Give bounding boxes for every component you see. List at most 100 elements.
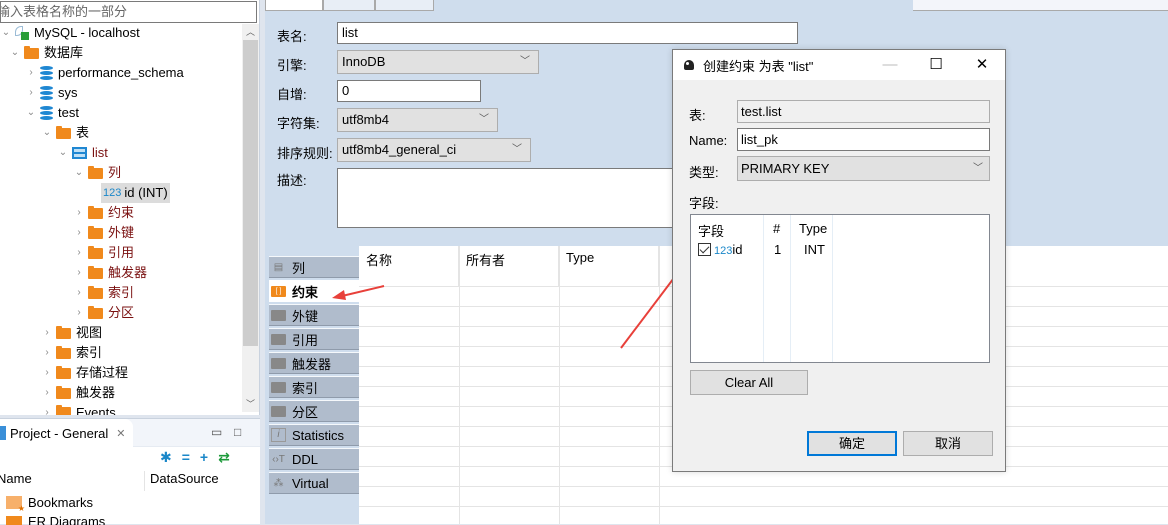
- ddl-icon: ‹›T: [272, 453, 285, 465]
- side-tab-ddl[interactable]: ‹›T DDL: [269, 448, 359, 470]
- tree-item-sys[interactable]: › sys: [25, 83, 78, 103]
- chevron-down-icon[interactable]: ⌄: [0, 23, 12, 43]
- chevron-right-icon[interactable]: ›: [25, 63, 37, 83]
- tree-item-list-table[interactable]: ⌄ list: [57, 143, 108, 163]
- side-tab-triggers[interactable]: 触发器: [269, 352, 359, 374]
- grid-header-type[interactable]: Type: [559, 246, 659, 286]
- constraint-type-select[interactable]: PRIMARY KEY ﹀: [737, 156, 990, 181]
- tree-item-databases[interactable]: ⌄ 数据库: [9, 43, 83, 63]
- editor-tab-er-diagram[interactable]: [375, 0, 434, 11]
- tree-item-foreign-keys[interactable]: › 外键: [73, 223, 134, 243]
- tree-item-db-indexes[interactable]: › 索引: [41, 343, 102, 363]
- column-header-datasource[interactable]: DataSource: [145, 471, 219, 491]
- chevron-down-icon[interactable]: ⌄: [41, 123, 53, 143]
- chevron-down-icon[interactable]: ⌄: [25, 103, 37, 123]
- tree-item-test[interactable]: ⌄ test: [25, 103, 79, 123]
- chevron-right-icon[interactable]: ›: [41, 363, 53, 383]
- tree-item-tables[interactable]: ⌄ 表: [41, 123, 89, 143]
- tree-item-label: 约束: [108, 205, 135, 220]
- add-icon[interactable]: +: [200, 449, 208, 466]
- tree-item-constraints[interactable]: › 约束: [73, 203, 134, 223]
- scroll-down-icon[interactable]: ﹀: [242, 396, 259, 412]
- constraints-folder-icon: [88, 205, 103, 219]
- collation-select[interactable]: utf8mb4_general_ci ﹀: [337, 138, 531, 162]
- tree-item-views[interactable]: › 视图: [41, 323, 102, 343]
- tree-item-indexes[interactable]: › 索引: [73, 283, 134, 303]
- side-tab-indexes[interactable]: 索引: [269, 376, 359, 398]
- fields-header-type[interactable]: Type: [791, 215, 833, 240]
- chevron-right-icon[interactable]: ›: [25, 83, 37, 103]
- chevron-right-icon[interactable]: ›: [73, 263, 85, 283]
- side-tab-foreign-keys[interactable]: 外键: [269, 304, 359, 326]
- engine-select[interactable]: InnoDB ﹀: [337, 50, 539, 74]
- side-tab-columns[interactable]: ▤ 列: [269, 256, 359, 278]
- chevron-right-icon[interactable]: ›: [73, 223, 85, 243]
- fields-header-field[interactable]: 字段: [691, 215, 764, 240]
- close-icon[interactable]: ✕: [116, 427, 125, 440]
- constraint-name-input[interactable]: list_pk: [737, 128, 990, 151]
- dialog-titlebar[interactable]: 创建约束 为表 "list" — ☐ ✕: [673, 50, 1005, 80]
- side-tab-label: Virtual: [292, 475, 329, 491]
- grid-header-owner[interactable]: 所有者: [459, 246, 559, 286]
- maximize-icon[interactable]: ☐: [913, 50, 959, 80]
- collapse-icon[interactable]: =: [182, 449, 190, 466]
- tree-item-events[interactable]: › Events: [41, 403, 116, 415]
- side-tab-constraints[interactable]: [ ] 约束: [269, 280, 359, 302]
- cancel-button[interactable]: 取消: [903, 431, 993, 456]
- minimize-icon[interactable]: ▭: [211, 425, 222, 439]
- chevron-down-icon[interactable]: ⌄: [73, 163, 85, 183]
- fields-header-position[interactable]: #: [764, 215, 791, 240]
- chevron-right-icon[interactable]: ›: [73, 243, 85, 263]
- link-editor-icon[interactable]: ⇄: [218, 449, 230, 466]
- tree-item-procedures[interactable]: › 存储过程: [41, 363, 128, 383]
- close-icon[interactable]: ✕: [959, 50, 1005, 80]
- chevron-right-icon[interactable]: ›: [41, 403, 53, 415]
- grid-row-line: [359, 486, 1168, 487]
- tree-item-connection[interactable]: ⌄ MySQL - localhost: [0, 23, 140, 43]
- chevron-right-icon[interactable]: ›: [41, 383, 53, 403]
- project-panel: Project - General ✕ ▭ □ ✱ = + ⇄ Name Dat…: [0, 418, 260, 525]
- ok-button[interactable]: 确定: [807, 431, 897, 456]
- scrollbar-thumb[interactable]: [243, 40, 258, 346]
- tree-item-partitions[interactable]: › 分区: [73, 303, 134, 323]
- charset-select[interactable]: utf8mb4 ﹀: [337, 108, 498, 132]
- chevron-down-icon[interactable]: ⌄: [9, 43, 21, 63]
- tree-item-references[interactable]: › 引用: [73, 243, 134, 263]
- chevron-right-icon[interactable]: ›: [41, 323, 53, 343]
- grid-header-name[interactable]: 名称: [359, 246, 459, 286]
- chevron-right-icon[interactable]: ›: [73, 203, 85, 223]
- chevron-right-icon[interactable]: ›: [73, 303, 85, 323]
- tree-item-id-column[interactable]: 123 id (INT): [101, 183, 170, 203]
- auto-increment-input[interactable]: 0: [337, 80, 481, 102]
- tree-item-db-triggers[interactable]: › 触发器: [41, 383, 115, 403]
- minimize-icon[interactable]: —: [867, 50, 913, 80]
- project-item-bookmarks[interactable]: Bookmarks: [0, 492, 93, 513]
- side-tab-virtual[interactable]: ⁂ Virtual: [269, 472, 359, 494]
- tree-item-columns[interactable]: ⌄ 列: [73, 163, 121, 183]
- chevron-right-icon[interactable]: ›: [41, 343, 53, 363]
- navigator-scrollbar[interactable]: ︿ ﹀: [242, 24, 259, 412]
- project-item-er-diagrams[interactable]: ER Diagrams: [0, 512, 105, 525]
- gear-icon[interactable]: ✱: [160, 449, 172, 466]
- field-position: 1: [774, 242, 782, 257]
- table-filter-input[interactable]: 输入表格名称的一部分: [0, 1, 257, 23]
- project-tabbar: Project - General ✕ ▭ □: [0, 419, 260, 447]
- chevron-right-icon[interactable]: ›: [73, 283, 85, 303]
- folder-icon: [56, 385, 71, 399]
- project-tab[interactable]: Project - General ✕: [0, 419, 133, 447]
- side-tab-partitions[interactable]: 分区: [269, 400, 359, 422]
- clear-all-button[interactable]: Clear All: [690, 370, 808, 395]
- side-tab-references[interactable]: 引用: [269, 328, 359, 350]
- tree-item-performance-schema[interactable]: › performance_schema: [25, 63, 184, 83]
- scroll-up-icon[interactable]: ︿: [242, 24, 259, 40]
- side-tab-statistics[interactable]: i Statistics: [269, 424, 359, 446]
- table-name-input[interactable]: list: [337, 22, 798, 44]
- table-label: 表:: [689, 108, 706, 123]
- tree-item-triggers[interactable]: › 触发器: [73, 263, 147, 283]
- editor-tab-properties[interactable]: [265, 0, 323, 11]
- column-header-name[interactable]: Name: [0, 471, 145, 491]
- field-checkbox[interactable]: [698, 243, 711, 256]
- editor-tab-data[interactable]: [323, 0, 375, 11]
- chevron-down-icon[interactable]: ⌄: [57, 143, 69, 163]
- maximize-icon[interactable]: □: [234, 425, 241, 439]
